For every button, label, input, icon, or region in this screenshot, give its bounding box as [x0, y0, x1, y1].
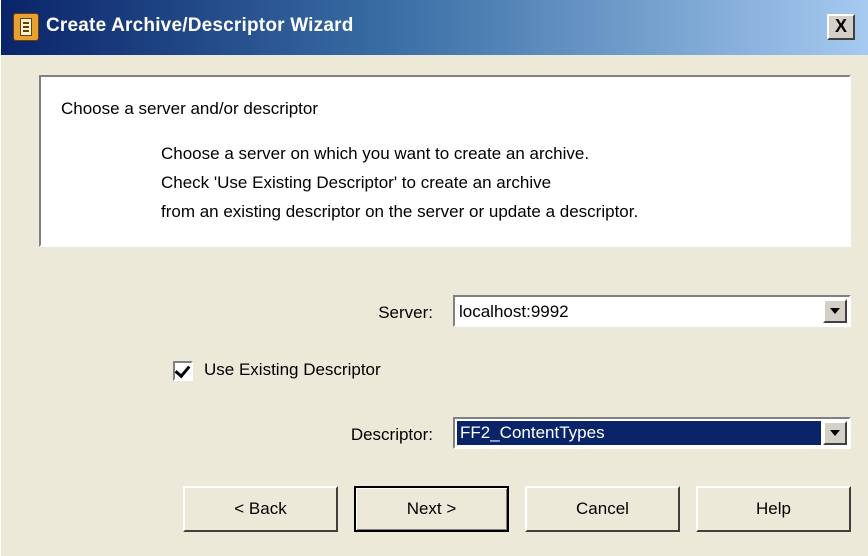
cancel-button[interactable]: Cancel — [525, 486, 680, 532]
wizard-app-icon — [13, 13, 39, 41]
server-label: Server: — [378, 303, 433, 322]
chevron-down-icon[interactable] — [823, 421, 847, 445]
chevron-down-icon[interactable] — [823, 299, 847, 323]
wizard-dialog: Create Archive/Descriptor Wizard X Choos… — [0, 0, 868, 556]
use-existing-descriptor-checkbox[interactable] — [173, 361, 193, 381]
server-value: localhost:9992 — [459, 302, 569, 321]
close-icon: X — [834, 16, 847, 36]
use-existing-descriptor-label[interactable]: Use Existing Descriptor — [204, 360, 381, 380]
next-button[interactable]: Next > — [354, 486, 509, 532]
help-button[interactable]: Help — [696, 486, 851, 532]
close-button[interactable]: X — [827, 14, 855, 40]
info-line-1: Choose a server on which you want to cre… — [161, 144, 590, 163]
server-select[interactable]: localhost:9992 — [453, 295, 851, 327]
info-line-3: from an existing descriptor on the serve… — [161, 202, 639, 221]
check-icon — [174, 361, 191, 379]
info-heading: Choose a server and/or descriptor — [61, 99, 319, 118]
descriptor-label: Descriptor: — [350, 425, 433, 444]
descriptor-value: FF2_ContentTypes — [457, 421, 821, 445]
descriptor-select[interactable]: FF2_ContentTypes — [453, 417, 851, 449]
window-title: Create Archive/Descriptor Wizard — [46, 15, 354, 36]
info-panel: Choose a server and/or descriptor Choose… — [39, 75, 851, 247]
title-bar[interactable]: Create Archive/Descriptor Wizard X — [1, 0, 868, 55]
back-button[interactable]: < Back — [183, 486, 338, 532]
info-line-2: Check 'Use Existing Descriptor' to creat… — [161, 173, 552, 192]
